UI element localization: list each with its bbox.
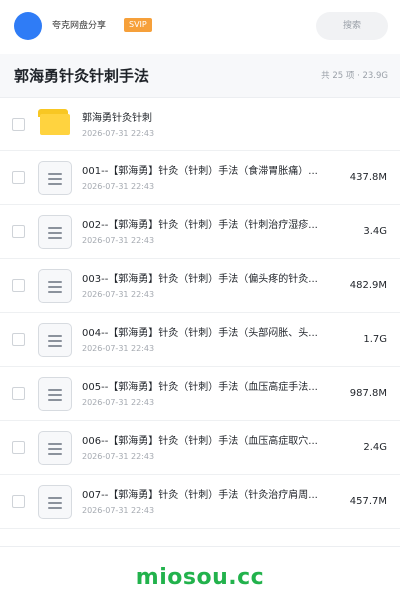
document-icon: [38, 377, 72, 411]
top-bar: 夸克网盘分享 SVIP 搜索: [0, 0, 400, 52]
watermark-text: miosou.cc: [135, 565, 265, 590]
file-name: 007--【郭海勇】针灸（针刺）手法（针灸治疗肩周...: [82, 490, 318, 501]
file-size: 437.8M: [349, 172, 387, 183]
divider: [0, 546, 400, 547]
row-checkbox[interactable]: [12, 333, 25, 346]
row-checkbox[interactable]: [12, 225, 25, 238]
row-checkbox[interactable]: [12, 387, 25, 400]
search-input[interactable]: 搜索: [316, 12, 388, 40]
file-name: 003--【郭海勇】针灸（针刺）手法（偏头疼的针灸...: [82, 274, 318, 285]
username[interactable]: 夸克网盘分享: [52, 19, 106, 33]
file-date: 2026-07-31 22:43: [82, 344, 155, 353]
file-row[interactable]: 郭海勇针灸针刺 2026-07-31 22:43: [0, 98, 400, 151]
file-name: 006--【郭海勇】针灸（针刺）手法（血压高症取穴...: [82, 436, 318, 447]
page-title: 郭海勇针灸针刺手法: [14, 67, 150, 85]
file-name: 004--【郭海勇】针灸（针刺）手法（头部闷胀、头...: [82, 328, 318, 339]
document-icon: [38, 161, 72, 195]
avatar[interactable]: [14, 12, 42, 40]
row-checkbox[interactable]: [12, 118, 25, 131]
folder-header: 郭海勇针灸针刺手法 共 25 项 · 23.9G: [0, 54, 400, 98]
file-date: 2026-07-31 22:43: [82, 398, 155, 407]
file-size: 1.7G: [363, 334, 387, 345]
file-row[interactable]: 007--【郭海勇】针灸（针刺）手法（针灸治疗肩周... 2026-07-31 …: [0, 475, 400, 529]
file-date: 2026-07-31 22:43: [82, 452, 155, 461]
row-checkbox[interactable]: [12, 495, 25, 508]
document-icon: [38, 323, 72, 357]
file-row[interactable]: 004--【郭海勇】针灸（针刺）手法（头部闷胀、头... 2026-07-31 …: [0, 313, 400, 367]
folder-icon: [38, 109, 72, 135]
file-date: 2026-07-31 22:43: [82, 506, 155, 515]
document-icon: [38, 485, 72, 519]
file-name: 005--【郭海勇】针灸（针刺）手法（血压高症手法...: [82, 382, 318, 393]
file-date: 2026-07-31 22:43: [82, 290, 155, 299]
file-size: 3.4G: [363, 226, 387, 237]
file-name: 001--【郭海勇】针灸（针刺）手法（食滞胃胀痛）...: [82, 166, 318, 177]
file-row[interactable]: 005--【郭海勇】针灸（针刺）手法（血压高症手法... 2026-07-31 …: [0, 367, 400, 421]
document-icon: [38, 431, 72, 465]
file-size: 482.9M: [349, 280, 387, 291]
file-row[interactable]: 003--【郭海勇】针灸（针刺）手法（偏头疼的针灸... 2026-07-31 …: [0, 259, 400, 313]
svip-badge: SVIP: [124, 18, 152, 32]
file-date: 2026-07-31 22:43: [82, 129, 155, 138]
file-size: 987.8M: [349, 388, 387, 399]
document-icon: [38, 215, 72, 249]
file-size: 2.4G: [363, 442, 387, 453]
row-checkbox[interactable]: [12, 171, 25, 184]
folder-summary: 共 25 项 · 23.9G: [321, 71, 388, 81]
file-date: 2026-07-31 22:43: [82, 182, 155, 191]
file-name: 郭海勇针灸针刺: [82, 113, 152, 124]
row-checkbox[interactable]: [12, 279, 25, 292]
file-name: 002--【郭海勇】针灸（针刺）手法（针刺治疗湿疹...: [82, 220, 318, 231]
row-checkbox[interactable]: [12, 441, 25, 454]
file-row[interactable]: 001--【郭海勇】针灸（针刺）手法（食滞胃胀痛）... 2026-07-31 …: [0, 151, 400, 205]
file-row[interactable]: 006--【郭海勇】针灸（针刺）手法（血压高症取穴... 2026-07-31 …: [0, 421, 400, 475]
file-list: 郭海勇针灸针刺 2026-07-31 22:43 001--【郭海勇】针灸（针刺…: [0, 98, 400, 529]
document-icon: [38, 269, 72, 303]
file-date: 2026-07-31 22:43: [82, 236, 155, 245]
file-row[interactable]: 002--【郭海勇】针灸（针刺）手法（针刺治疗湿疹... 2026-07-31 …: [0, 205, 400, 259]
file-size: 457.7M: [349, 496, 387, 507]
